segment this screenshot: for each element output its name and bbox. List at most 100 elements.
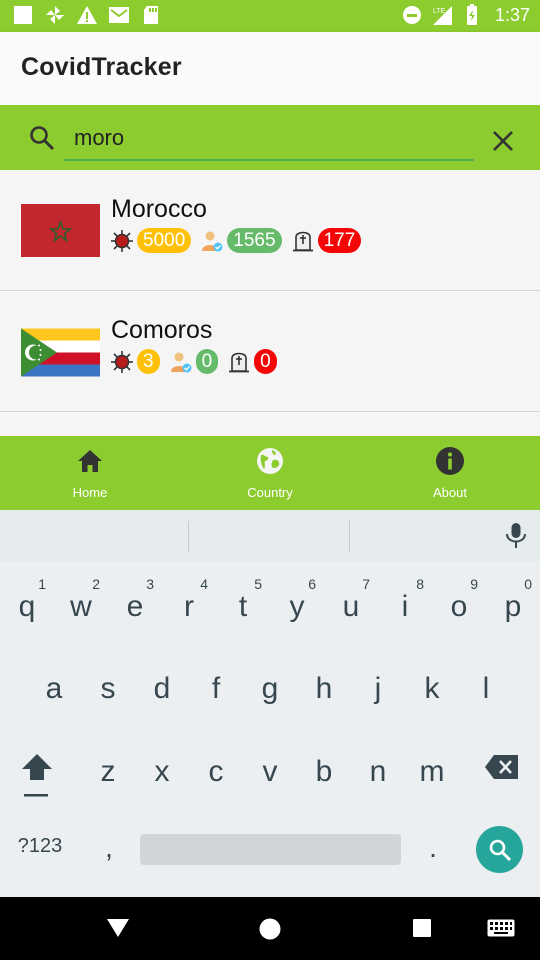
tombstone-icon <box>292 231 313 251</box>
period-key[interactable]: . <box>423 832 443 864</box>
status-bar: LTE 1:37 <box>0 0 540 32</box>
search-bar <box>0 105 540 170</box>
app-bar: CovidTracker <box>0 32 540 105</box>
key-k[interactable]: k <box>405 650 459 720</box>
comma-key[interactable]: , <box>99 832 119 864</box>
mail-icon <box>109 7 129 23</box>
key-letter: z <box>100 755 116 788</box>
tombstone-icon <box>229 352 250 372</box>
warning-icon <box>77 6 97 24</box>
symbols-key[interactable]: ?123 <box>10 835 70 858</box>
key-v[interactable]: v <box>243 733 297 803</box>
key-letter: b <box>315 755 333 788</box>
nav-label: About <box>433 485 467 500</box>
country-name: Comoros <box>111 316 213 344</box>
key-letter: u <box>342 590 360 623</box>
key-f[interactable]: f <box>189 650 243 720</box>
key-j[interactable]: j <box>351 650 405 720</box>
key-d[interactable]: d <box>135 650 189 720</box>
key-n[interactable]: n <box>351 733 405 803</box>
key-s[interactable]: s <box>81 650 135 720</box>
key-letter: p <box>504 590 522 623</box>
signal-icon: LTE <box>432 6 452 25</box>
recovered-person-icon <box>202 231 223 251</box>
home-circle-icon[interactable] <box>259 918 281 940</box>
key-letter: k <box>424 672 440 705</box>
virus-icon <box>111 229 133 252</box>
key-g[interactable]: g <box>243 650 297 720</box>
key-z[interactable]: z <box>81 733 135 803</box>
key-r[interactable]: 4r <box>162 568 216 638</box>
home-icon <box>78 450 102 472</box>
key-q[interactable]: 1q <box>0 568 54 638</box>
key-letter: i <box>401 590 409 623</box>
list-item[interactable]: Morocco 5000 1565 177 <box>0 170 540 291</box>
space-key[interactable] <box>140 834 401 865</box>
cases-badge: 5000 <box>137 228 192 253</box>
network-type-label: LTE <box>433 8 446 15</box>
suggestion-divider <box>188 521 189 552</box>
search-action-key[interactable] <box>476 826 523 873</box>
key-a[interactable]: a <box>27 650 81 720</box>
search-input[interactable] <box>64 117 474 161</box>
key-c[interactable]: c <box>189 733 243 803</box>
info-icon <box>436 447 464 475</box>
nav-home[interactable]: Home <box>0 436 180 510</box>
app-title: CovidTracker <box>21 53 182 81</box>
key-letter: o <box>450 590 468 623</box>
recovered-person-icon <box>170 352 192 372</box>
key-letter: h <box>315 672 333 705</box>
key-letter: a <box>45 672 63 705</box>
suggestion-divider <box>349 521 350 552</box>
deaths-badge: 177 <box>317 228 362 253</box>
battery-icon <box>466 4 477 25</box>
key-e[interactable]: 3e <box>108 568 162 638</box>
search-icon <box>30 126 55 151</box>
keyboard-switch-icon[interactable] <box>487 919 515 937</box>
nav-label: Home <box>72 485 108 500</box>
results-list: Morocco 5000 1565 177 Comoros 3 0 0 <box>0 170 540 436</box>
key-letter: l <box>482 672 490 705</box>
key-i[interactable]: 8i <box>378 568 432 638</box>
key-o[interactable]: 9o <box>432 568 486 638</box>
nav-label: Country <box>247 485 293 500</box>
key-t[interactable]: 5t <box>216 568 270 638</box>
list-item[interactable]: Comoros 3 0 0 <box>0 291 540 412</box>
do-not-disturb-icon <box>402 6 421 24</box>
key-letter: s <box>100 672 116 705</box>
bottom-navigation: Home Country About <box>0 436 540 510</box>
nav-about[interactable]: About <box>360 436 540 510</box>
key-letter: v <box>262 755 278 788</box>
key-letter: r <box>184 590 194 623</box>
backspace-icon[interactable] <box>484 754 520 780</box>
key-y[interactable]: 6y <box>270 568 324 638</box>
key-m[interactable]: m <box>405 733 459 803</box>
microphone-icon[interactable] <box>504 522 528 550</box>
comoros-flag-icon <box>21 328 100 377</box>
globe-icon <box>257 448 283 474</box>
square-icon <box>14 6 32 24</box>
key-p[interactable]: 0p <box>486 568 540 638</box>
clock: 1:37 <box>494 4 530 25</box>
key-letter: n <box>369 755 387 788</box>
soft-keyboard: 1q 2w 3e 4r 5t 6y 7u 8i 9o 0p a s d f g … <box>0 510 540 897</box>
morocco-flag-icon <box>21 204 100 257</box>
virus-icon <box>111 350 133 373</box>
back-triangle-icon[interactable] <box>106 918 130 938</box>
key-b[interactable]: b <box>297 733 351 803</box>
nav-country[interactable]: Country <box>180 436 360 510</box>
recents-square-icon[interactable] <box>412 918 432 938</box>
close-icon[interactable] <box>489 127 517 155</box>
shift-key-icon[interactable] <box>20 750 54 800</box>
key-w[interactable]: 2w <box>54 568 108 638</box>
recovered-badge: 0 <box>195 349 219 374</box>
key-l[interactable]: l <box>459 650 513 720</box>
key-u[interactable]: 7u <box>324 568 378 638</box>
cases-badge: 3 <box>137 349 160 374</box>
pinwheel-icon <box>46 6 64 24</box>
key-letter: t <box>238 590 248 623</box>
key-letter: m <box>419 755 445 788</box>
key-letter: q <box>18 590 36 623</box>
key-h[interactable]: h <box>297 650 351 720</box>
key-x[interactable]: x <box>135 733 189 803</box>
